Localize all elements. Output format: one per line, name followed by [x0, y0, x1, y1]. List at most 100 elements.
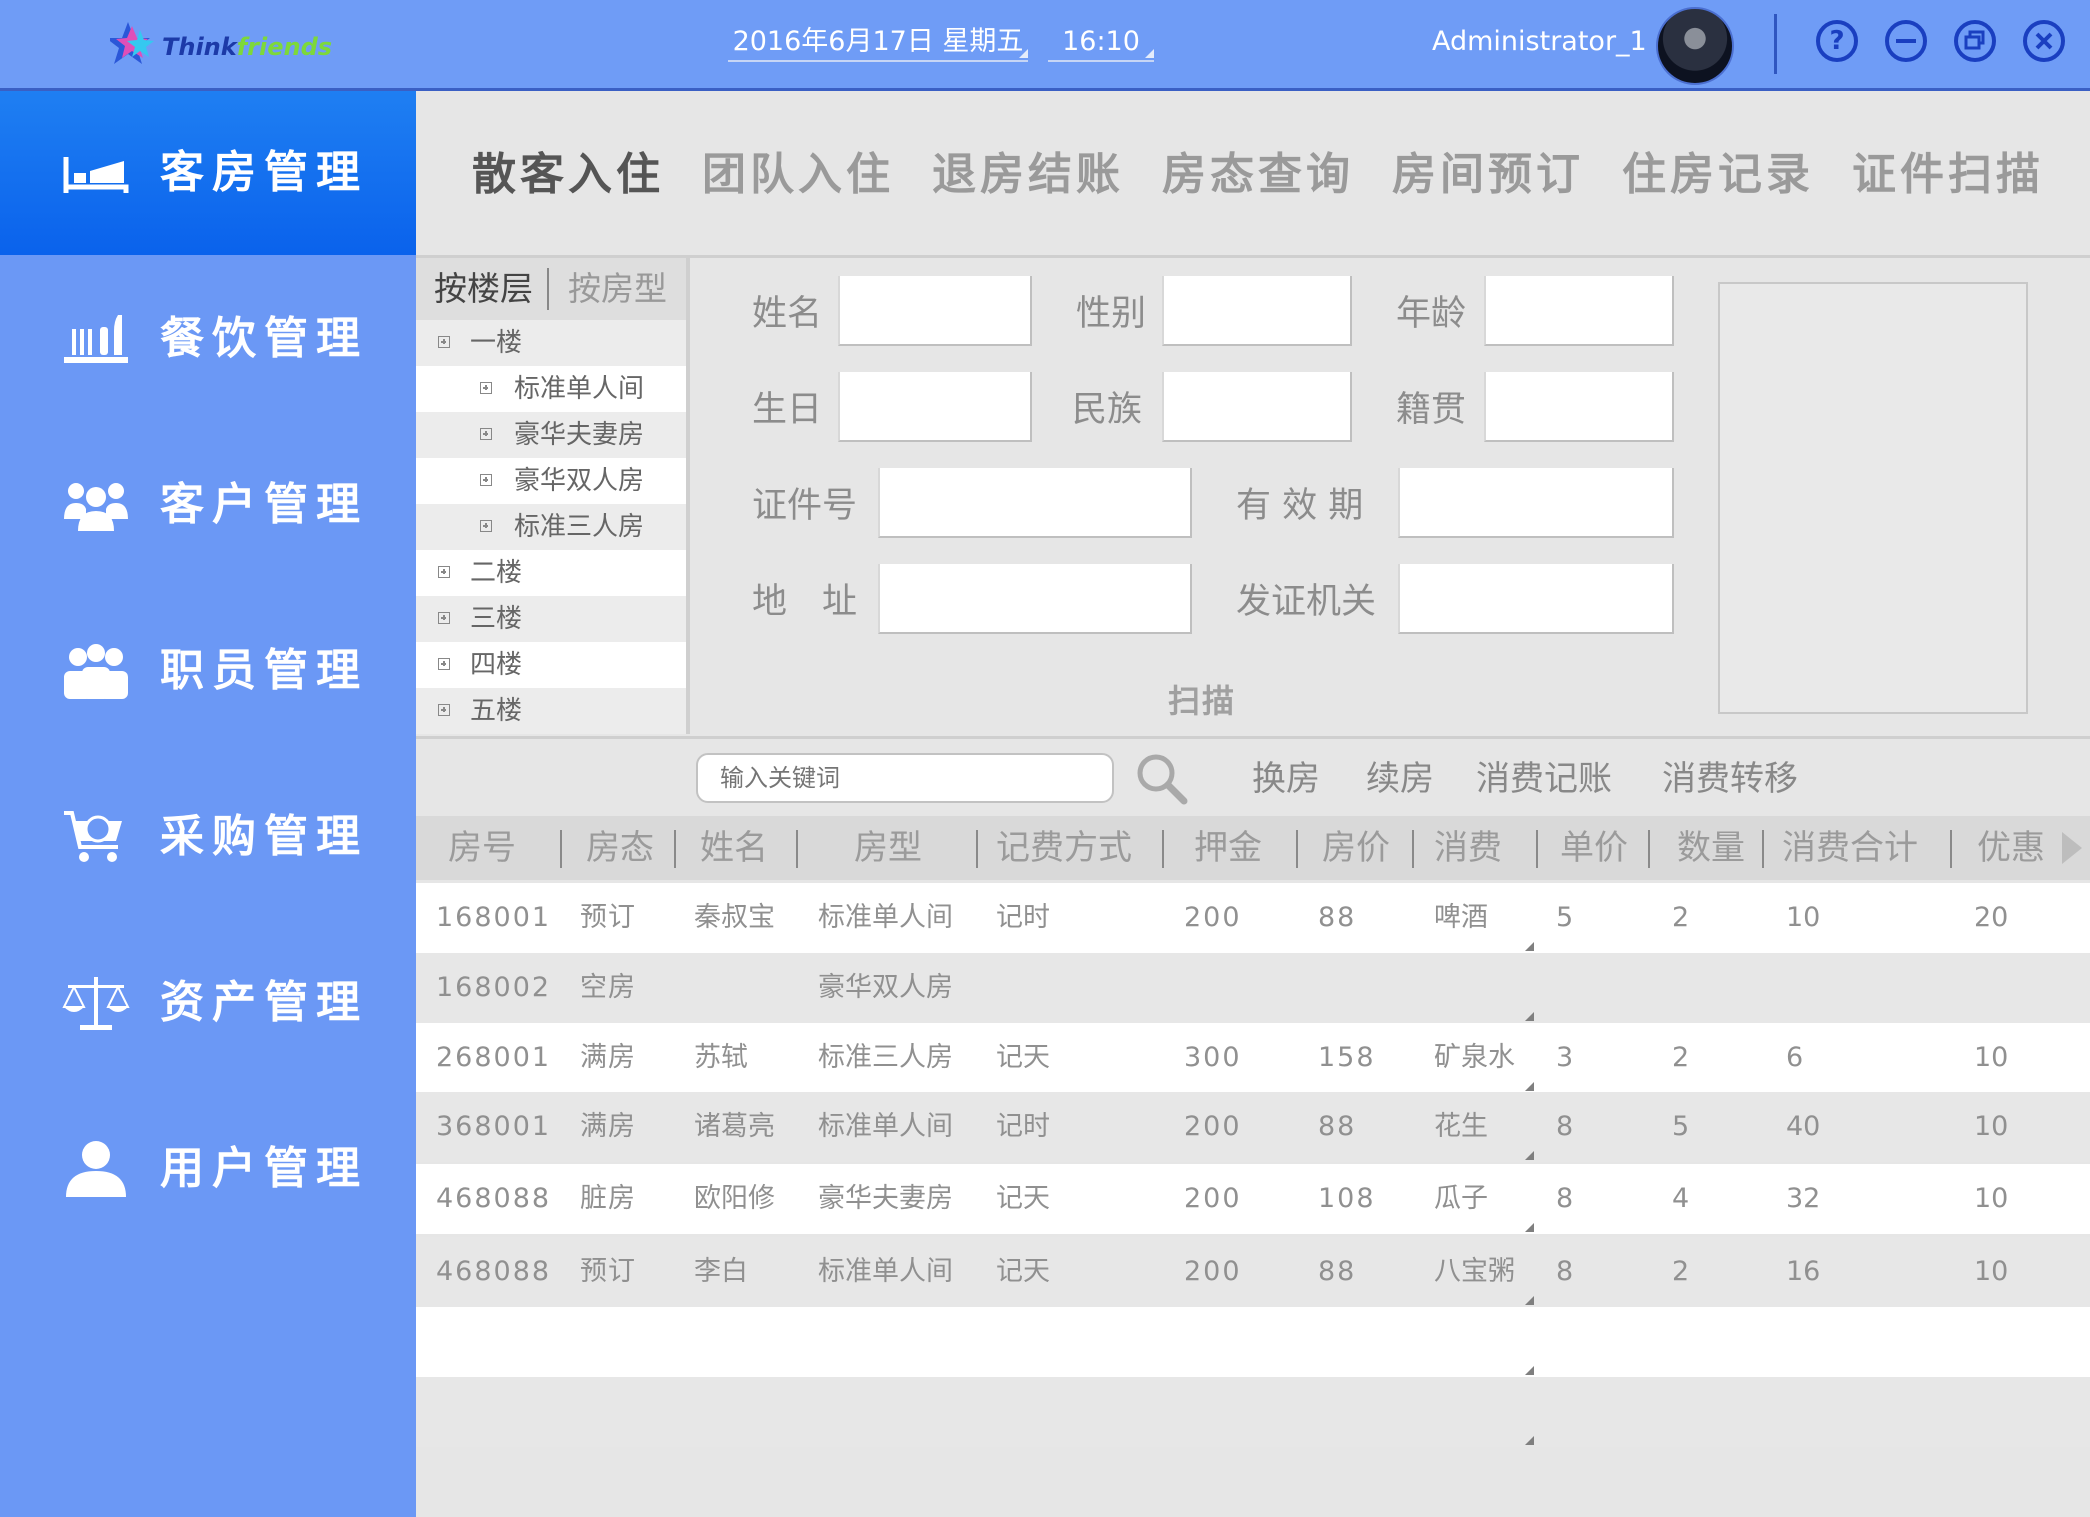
dropdown-corner-icon[interactable]: [1525, 942, 1534, 951]
user-icon: [66, 1141, 126, 1197]
table-cell: 5: [1556, 902, 1574, 933]
table-cell: 欧阳修: [694, 1183, 775, 1214]
table-row[interactable]: 468088 预订 李白 标准单人间 记天 200 88 八宝粥 8 2 16 10: [416, 1237, 2090, 1307]
table-cell: 2: [1672, 1042, 1690, 1073]
tab-reservation[interactable]: 房间预订: [1392, 149, 1584, 201]
close-icon: [2035, 32, 2053, 50]
table-cell: 8: [1556, 1256, 1574, 1287]
extend-stay-button[interactable]: 续房: [1366, 757, 1434, 801]
column-header-quantity[interactable]: 数量: [1656, 816, 1766, 880]
table-cell: 空房: [580, 972, 636, 1003]
tab-group-checkin[interactable]: 团队入住: [702, 149, 894, 201]
table-row[interactable]: [416, 1377, 2090, 1447]
dropdown-corner-icon[interactable]: [1525, 1082, 1534, 1091]
avatar[interactable]: [1656, 7, 1734, 85]
sidebar-item-user-management[interactable]: 用户管理: [0, 1087, 416, 1251]
ethnicity-field[interactable]: [1162, 372, 1352, 442]
restore-button[interactable]: [1954, 20, 1996, 62]
tree-tab-type[interactable]: 按房型: [568, 258, 667, 320]
scan-button[interactable]: 扫描: [1168, 676, 1236, 722]
birthday-field[interactable]: [838, 372, 1032, 442]
tree-item-room-type[interactable]: 豪华双人房: [416, 458, 686, 504]
column-header-status[interactable]: 房态: [570, 816, 670, 880]
tree-item-floor-5[interactable]: 五楼: [416, 688, 686, 734]
tree-item-floor-4[interactable]: 四楼: [416, 642, 686, 688]
table-row[interactable]: 368001 满房 诸葛亮 标准单人间 记时 200 88 花生 8 5 40 10: [416, 1092, 2090, 1162]
dropdown-corner-icon[interactable]: [1525, 1366, 1534, 1375]
search-icon[interactable]: [1132, 749, 1190, 807]
table-cell: 168001: [436, 902, 552, 933]
tree-item-floor-3[interactable]: 三楼: [416, 596, 686, 642]
expand-icon[interactable]: [438, 566, 450, 578]
dropdown-corner-icon[interactable]: [1525, 1151, 1534, 1160]
validity-field[interactable]: [1398, 468, 1674, 538]
table-cell: 标准单人间: [818, 902, 953, 933]
tree-item-room-type[interactable]: 标准单人间: [416, 366, 686, 412]
time-display: 16:10: [1048, 24, 1154, 62]
close-button[interactable]: [2023, 20, 2065, 62]
dropdown-corner-icon[interactable]: [1525, 1436, 1534, 1445]
column-header-deposit[interactable]: 押金: [1178, 816, 1278, 880]
expand-icon[interactable]: [438, 612, 450, 624]
table-row[interactable]: 168002 空房 豪华双人房: [416, 953, 2090, 1023]
column-header-unit-price[interactable]: 单价: [1544, 816, 1644, 880]
sidebar-item-purchase-management[interactable]: 采购管理: [0, 755, 416, 919]
expand-icon[interactable]: [480, 474, 492, 486]
record-consumption-button[interactable]: 消费记账: [1476, 757, 1612, 801]
column-header-discount[interactable]: 优惠: [1956, 816, 2066, 880]
sidebar-item-room-management[interactable]: 客房管理: [0, 91, 416, 255]
sidebar-item-staff-management[interactable]: 职员管理: [0, 589, 416, 753]
tab-checkout[interactable]: 退房结账: [932, 149, 1124, 201]
gender-field[interactable]: [1162, 276, 1352, 346]
sidebar-item-dining-management[interactable]: 餐饮管理: [0, 257, 416, 421]
sidebar-item-label: 采购管理: [160, 811, 368, 862]
issuing-authority-field[interactable]: [1398, 564, 1674, 634]
help-button[interactable]: ?: [1816, 20, 1858, 62]
sidebar-item-asset-management[interactable]: 资产管理: [0, 921, 416, 1085]
column-header-consumption[interactable]: 消费: [1418, 816, 1518, 880]
address-field[interactable]: [878, 564, 1192, 634]
expand-icon[interactable]: [438, 336, 450, 348]
tree-item-room-type[interactable]: 豪华夫妻房: [416, 412, 686, 458]
name-field[interactable]: [838, 276, 1032, 346]
hometown-field[interactable]: [1484, 372, 1674, 442]
tab-room-status[interactable]: 房态查询: [1162, 149, 1354, 201]
id-number-field[interactable]: [878, 468, 1192, 538]
column-header-room-type[interactable]: 房型: [808, 816, 968, 880]
tab-stay-records[interactable]: 住房记录: [1622, 149, 1814, 201]
transfer-consumption-button[interactable]: 消费转移: [1662, 757, 1798, 801]
sidebar-item-label: 资产管理: [160, 977, 368, 1028]
column-header-total[interactable]: 消费合计: [1770, 816, 1930, 880]
tree-tab-floor[interactable]: 按楼层: [434, 258, 533, 320]
top-bar: Thinkfriends 2016年6月17日 星期五 16:10 Admini…: [0, 0, 2090, 91]
column-header-billing-mode[interactable]: 记费方式: [984, 816, 1144, 880]
age-field[interactable]: [1484, 276, 1674, 346]
expand-icon[interactable]: [480, 382, 492, 394]
column-header-name[interactable]: 姓名: [684, 816, 784, 880]
expand-icon[interactable]: [438, 704, 450, 716]
expand-icon[interactable]: [480, 520, 492, 532]
table-row[interactable]: 468088 脏房 欧阳修 豪华夫妻房 记天 200 108 瓜子 8 4 32 10: [416, 1164, 2090, 1234]
table-row[interactable]: [416, 1307, 2090, 1377]
column-header-room-price[interactable]: 房价: [1306, 816, 1406, 880]
expand-icon[interactable]: [438, 658, 450, 670]
id-photo-placeholder: [1718, 282, 2028, 714]
tab-walk-in-checkin[interactable]: 散客入住: [472, 149, 664, 201]
table-row[interactable]: 168001 预订 秦叔宝 标准单人间 记时 200 88 啤酒 5 2 10 20: [416, 883, 2090, 953]
scroll-right-icon[interactable]: [2062, 832, 2082, 864]
tree-item-floor-1[interactable]: 一楼: [416, 320, 686, 366]
dropdown-corner-icon[interactable]: [1525, 1296, 1534, 1305]
search-input[interactable]: [696, 753, 1114, 803]
dropdown-corner-icon[interactable]: [1525, 1223, 1534, 1232]
tree-item-room-type[interactable]: 标准三人房: [416, 504, 686, 550]
expand-icon[interactable]: [480, 428, 492, 440]
minimize-button[interactable]: [1885, 20, 1927, 62]
table-row[interactable]: 268001 满房 苏轼 标准三人房 记天 300 158 矿泉水 3 2 6 10: [416, 1023, 2090, 1093]
dropdown-corner-icon[interactable]: [1525, 1012, 1534, 1021]
sidebar-item-customer-management[interactable]: 客户管理: [0, 423, 416, 587]
change-room-button[interactable]: 换房: [1252, 757, 1320, 801]
tab-id-scan[interactable]: 证件扫描: [1852, 149, 2044, 201]
shopping-cart-icon: [64, 811, 122, 862]
column-header-room-no[interactable]: 房号: [432, 816, 532, 880]
tree-item-floor-2[interactable]: 二楼: [416, 550, 686, 596]
